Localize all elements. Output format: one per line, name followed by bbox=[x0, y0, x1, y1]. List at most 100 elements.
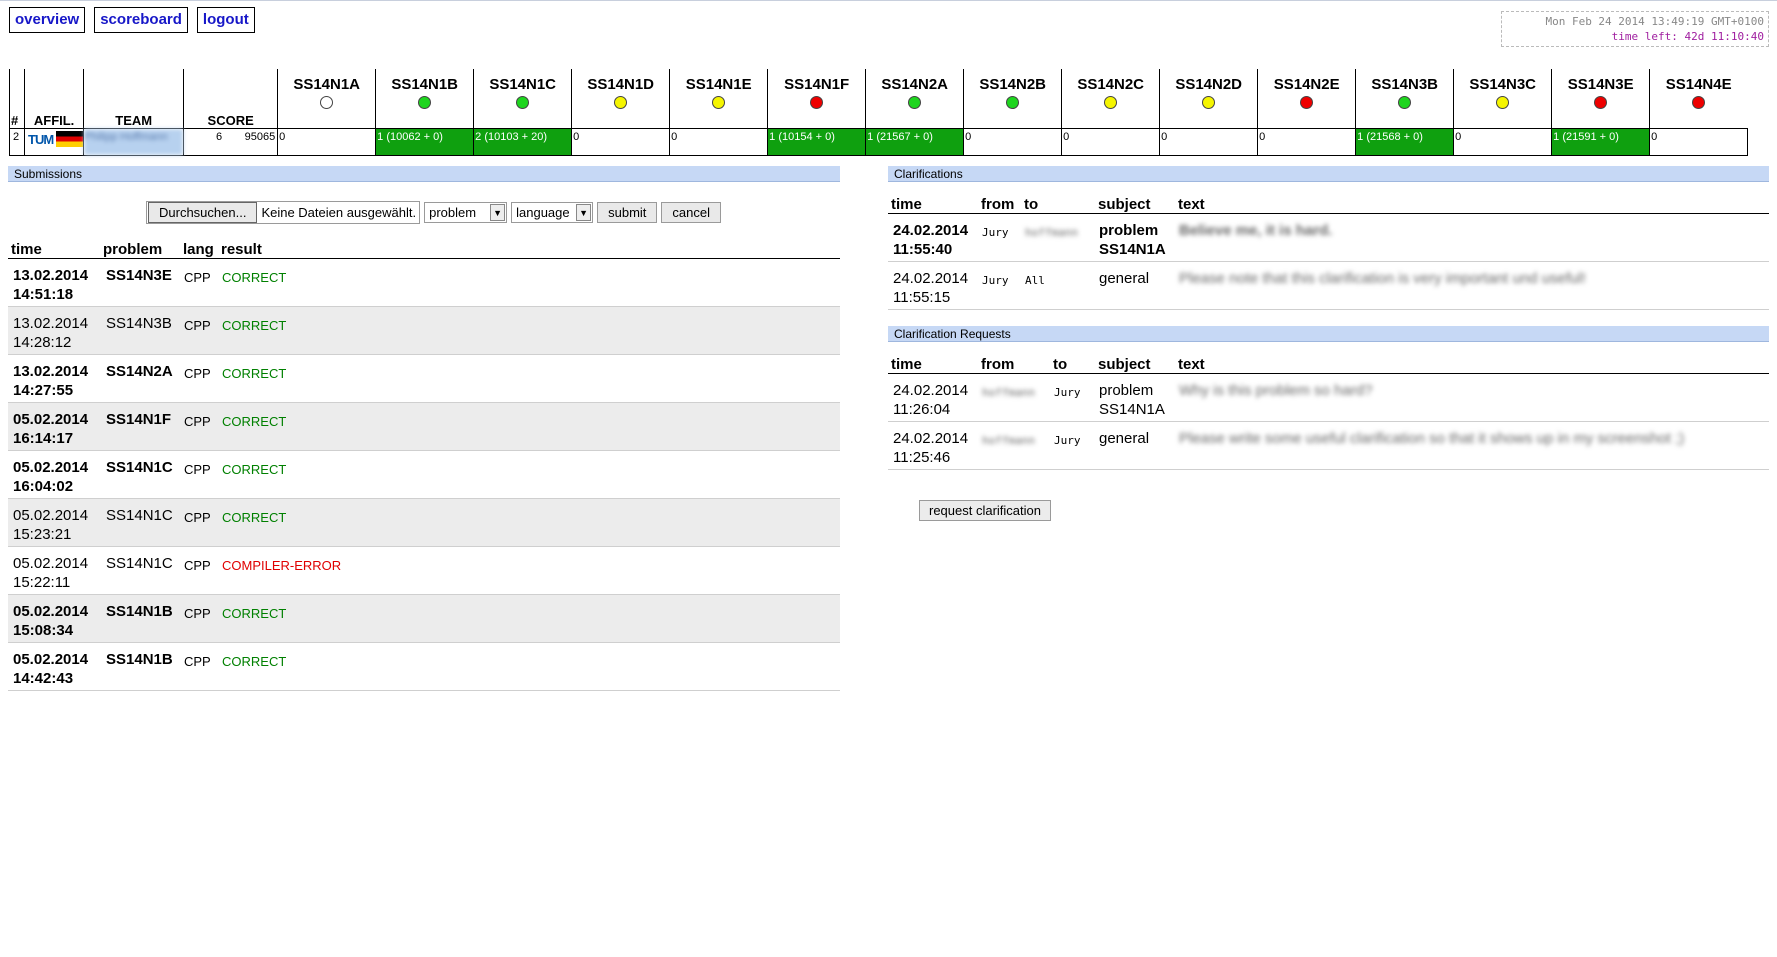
team-name[interactable]: Philipp Hoffmann bbox=[83, 128, 185, 156]
penalty-time: 95065 bbox=[244, 131, 276, 143]
problem-column-header: problem bbox=[103, 236, 183, 259]
clar-date: 24.02.2014 bbox=[893, 430, 969, 447]
problem-name: SS14N3B bbox=[1371, 76, 1439, 93]
overview-link[interactable]: overview bbox=[9, 7, 86, 33]
score-cell[interactable]: 0 bbox=[277, 128, 377, 156]
submission-date: 13.02.2014 bbox=[13, 315, 89, 332]
clar-text: Please note that this clarification is v… bbox=[1178, 261, 1769, 310]
clar-from: hoffmann bbox=[981, 421, 1053, 470]
score-cell[interactable]: 1 (21568 + 0) bbox=[1355, 128, 1455, 156]
problem-name: SS14N3E bbox=[1567, 76, 1634, 93]
language-select[interactable]: language ▼ bbox=[511, 202, 594, 223]
problem-name: SS14N3C bbox=[1469, 76, 1537, 93]
submission-date: 05.02.2014 bbox=[13, 651, 89, 668]
submission-time: 05.02.2014 16:04:02 bbox=[8, 450, 103, 499]
submission-row[interactable]: 05.02.2014 16:14:17 SS14N1F CPP CORRECT bbox=[8, 402, 840, 451]
score-cell[interactable]: 2 (10103 + 20) bbox=[473, 128, 573, 156]
lang-column-header: lang bbox=[183, 236, 221, 259]
submission-result: CORRECT bbox=[221, 594, 840, 643]
submissions-heading: Submissions bbox=[8, 166, 840, 182]
team-header: TEAM bbox=[83, 69, 184, 129]
clar-time-header: time bbox=[888, 191, 981, 214]
scoreboard-link[interactable]: scoreboard bbox=[94, 7, 188, 33]
problem-name: SS14N2E bbox=[1273, 76, 1340, 93]
problem-name: SS14N1F bbox=[784, 76, 850, 93]
time-left: time left: 42d 11:10:40 bbox=[1611, 30, 1764, 43]
clar-to: Jury bbox=[1053, 373, 1098, 422]
score-cell[interactable]: 0 bbox=[1257, 128, 1357, 156]
clar-subject: general bbox=[1098, 261, 1178, 310]
submission-clock: 16:04:02 bbox=[13, 478, 74, 495]
score-cell[interactable]: 0 bbox=[1159, 128, 1259, 156]
submission-row[interactable]: 05.02.2014 16:04:02 SS14N1C CPP CORRECT bbox=[8, 450, 840, 499]
problem-select[interactable]: problem ▼ bbox=[424, 202, 508, 223]
score-cell[interactable]: 0 bbox=[1061, 128, 1161, 156]
request-row[interactable]: 24.02.2014 11:25:46 hoffmann Jury general Ple… bbox=[888, 421, 1769, 470]
submission-row[interactable]: 05.02.2014 15:22:11 SS14N1C CPP COMPILER-ERR… bbox=[8, 546, 840, 595]
clar-time: 24.02.2014 11:55:40 bbox=[888, 213, 981, 262]
problem-header: SS14N2D bbox=[1159, 69, 1258, 129]
clar-clock: 11:55:15 bbox=[893, 289, 951, 306]
problem-header: SS14N2A bbox=[865, 69, 964, 129]
score-cell[interactable]: 1 (10062 + 0) bbox=[375, 128, 475, 156]
submission-problem: SS14N1B bbox=[103, 594, 183, 643]
clar-to: Jury bbox=[1053, 421, 1098, 470]
submit-button[interactable]: submit bbox=[597, 202, 658, 223]
score-cell[interactable]: 1 (21591 + 0) bbox=[1551, 128, 1651, 156]
submission-row[interactable]: 05.02.2014 14:42:43 SS14N1B CPP CORRECT bbox=[8, 642, 840, 691]
chevron-down-icon: ▼ bbox=[576, 204, 592, 221]
submission-problem: SS14N2A bbox=[103, 354, 183, 403]
problem-header: SS14N3B bbox=[1355, 69, 1454, 129]
submission-row[interactable]: 05.02.2014 15:08:34 SS14N1B CPP CORRECT bbox=[8, 594, 840, 643]
score-cell[interactable]: 0 bbox=[963, 128, 1063, 156]
request-row[interactable]: 24.02.2014 11:26:04 hoffmann Jury problem SS1… bbox=[888, 373, 1769, 422]
submission-result: CORRECT bbox=[221, 498, 840, 547]
submission-clock: 16:14:17 bbox=[13, 430, 74, 447]
clar-to: hoffmann bbox=[1024, 213, 1098, 262]
result-column-header: result bbox=[221, 236, 840, 259]
problem-header: SS14N3C bbox=[1453, 69, 1552, 129]
submission-time: 13.02.2014 14:27:55 bbox=[8, 354, 103, 403]
submission-lang: CPP bbox=[183, 306, 221, 355]
request-clarification-button[interactable]: request clarification bbox=[919, 500, 1051, 521]
submission-row[interactable]: 13.02.2014 14:28:12 SS14N3B CPP CORRECT bbox=[8, 306, 840, 355]
submission-date: 05.02.2014 bbox=[13, 555, 89, 572]
submission-date: 13.02.2014 bbox=[13, 267, 89, 284]
germany-flag-icon bbox=[56, 131, 84, 147]
clar-from: Jury bbox=[981, 213, 1024, 262]
submission-clock: 14:42:43 bbox=[13, 670, 74, 687]
contest-clock: Mon Feb 24 2014 13:49:19 GMT+0100 time l… bbox=[1501, 11, 1769, 47]
score-cell[interactable]: 0 bbox=[571, 128, 671, 156]
browse-button[interactable]: Durchsuchen... bbox=[148, 202, 258, 223]
clarification-row[interactable]: 24.02.2014 11:55:15 Jury All general Please n… bbox=[888, 261, 1769, 310]
problem-name: SS14N2D bbox=[1175, 76, 1243, 93]
cancel-button[interactable]: cancel bbox=[661, 202, 721, 223]
rank-header: # bbox=[9, 69, 25, 129]
problem-name: SS14N1E bbox=[685, 76, 752, 93]
submission-problem: SS14N1F bbox=[103, 402, 183, 451]
score-cell[interactable]: 1 (21567 + 0) bbox=[865, 128, 965, 156]
clar-subject: problem SS14N1A bbox=[1098, 213, 1178, 262]
clarification-row[interactable]: 24.02.2014 11:55:40 Jury hoffmann problem SS1… bbox=[888, 213, 1769, 262]
submission-lang: CPP bbox=[183, 258, 221, 307]
submission-problem: SS14N1C bbox=[103, 546, 183, 595]
file-input[interactable]: Durchsuchen... Keine Dateien ausgewählt. bbox=[146, 201, 421, 224]
submission-time: 05.02.2014 16:14:17 bbox=[8, 402, 103, 451]
requests-table: time from to subject text 24.02.2014 11:2… bbox=[888, 351, 1769, 470]
submission-result: CORRECT bbox=[221, 642, 840, 691]
score-cell[interactable]: 0 bbox=[1453, 128, 1553, 156]
problem-header: SS14N1A bbox=[277, 69, 376, 129]
affiliation-logo: TUM bbox=[28, 131, 54, 147]
problem-balloon-icon bbox=[1202, 96, 1216, 109]
submission-lang: CPP bbox=[183, 450, 221, 499]
req-time-header: time bbox=[888, 351, 981, 374]
logout-link[interactable]: logout bbox=[196, 7, 255, 33]
submission-row[interactable]: 05.02.2014 15:23:21 SS14N1C CPP CORRECT bbox=[8, 498, 840, 547]
submission-row[interactable]: 13.02.2014 14:51:18 SS14N3E CPP CORRECT bbox=[8, 258, 840, 307]
submission-row[interactable]: 13.02.2014 14:27:55 SS14N2A CPP CORRECT bbox=[8, 354, 840, 403]
score-cell[interactable]: 1 (10154 + 0) bbox=[767, 128, 867, 156]
score-cell[interactable]: 0 bbox=[669, 128, 769, 156]
submission-lang: CPP bbox=[183, 642, 221, 691]
req-subject-header: subject bbox=[1098, 351, 1178, 374]
score-cell[interactable]: 0 bbox=[1649, 128, 1748, 156]
